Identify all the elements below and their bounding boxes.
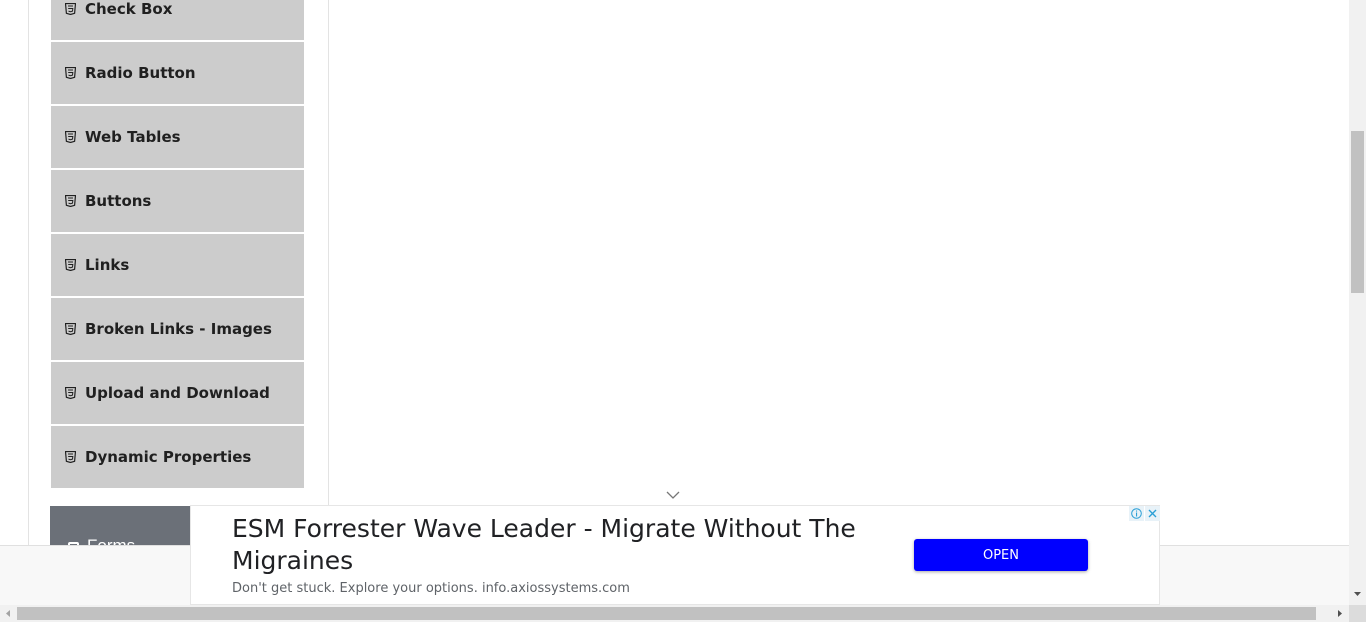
ad-open-button[interactable]: OPEN: [914, 539, 1088, 571]
sidebar-item-web-tables[interactable]: Web Tables: [51, 106, 304, 168]
vertical-scrollbar[interactable]: [1349, 0, 1366, 605]
info-icon[interactable]: [1129, 506, 1144, 521]
left-border: [28, 0, 29, 545]
sidebar-item-upload-download[interactable]: Upload and Download: [51, 362, 304, 424]
sidebar-item-label: Check Box: [85, 0, 173, 18]
sidebar-item-label: Upload and Download: [85, 384, 270, 402]
sidebar-item-label: Buttons: [85, 192, 152, 210]
page: Check Box Radio Button Web Tables Button…: [0, 0, 1349, 551]
chevron-down-icon[interactable]: [666, 490, 680, 500]
sidebar-menu: Check Box Radio Button Web Tables Button…: [51, 0, 304, 490]
sidebar-item-label: Dynamic Properties: [85, 448, 252, 466]
sidebar-item-radio-button[interactable]: Radio Button: [51, 42, 304, 104]
html5-icon: [65, 67, 85, 79]
horizontal-scrollbar[interactable]: [0, 605, 1366, 622]
html5-icon: [65, 259, 85, 271]
sidebar-item-label: Broken Links - Images: [85, 320, 272, 338]
close-icon[interactable]: [1145, 506, 1160, 521]
horizontal-scrollbar-thumb[interactable]: [17, 607, 1316, 620]
scroll-down-arrow-icon[interactable]: [1353, 591, 1362, 597]
html5-icon: [65, 323, 85, 335]
html5-icon: [65, 131, 85, 143]
vertical-scrollbar-thumb[interactable]: [1351, 131, 1364, 293]
html5-icon: [65, 3, 85, 15]
scroll-left-arrow-icon[interactable]: [5, 609, 11, 618]
ad-subtitle[interactable]: Don't get stuck. Explore your options. i…: [232, 581, 630, 596]
content-divider: [328, 0, 329, 505]
sidebar-item-label: Web Tables: [85, 128, 181, 146]
sidebar-item-check-box[interactable]: Check Box: [51, 0, 304, 40]
html5-icon: [65, 387, 85, 399]
sidebar-item-broken-links[interactable]: Broken Links - Images: [51, 298, 304, 360]
html5-icon: [65, 451, 85, 463]
sidebar-item-links[interactable]: Links: [51, 234, 304, 296]
sidebar-item-label: Links: [85, 256, 130, 274]
scroll-right-arrow-icon[interactable]: [1337, 609, 1343, 618]
sidebar-item-label: Radio Button: [85, 64, 196, 82]
sidebar-item-dynamic-properties[interactable]: Dynamic Properties: [51, 426, 304, 488]
scrollbar-corner: [1349, 605, 1366, 622]
sidebar-item-buttons[interactable]: Buttons: [51, 170, 304, 232]
ad-title[interactable]: ESM Forrester Wave Leader - Migrate With…: [232, 513, 872, 577]
ad-banner[interactable]: ESM Forrester Wave Leader - Migrate With…: [190, 505, 1160, 605]
html5-icon: [65, 195, 85, 207]
